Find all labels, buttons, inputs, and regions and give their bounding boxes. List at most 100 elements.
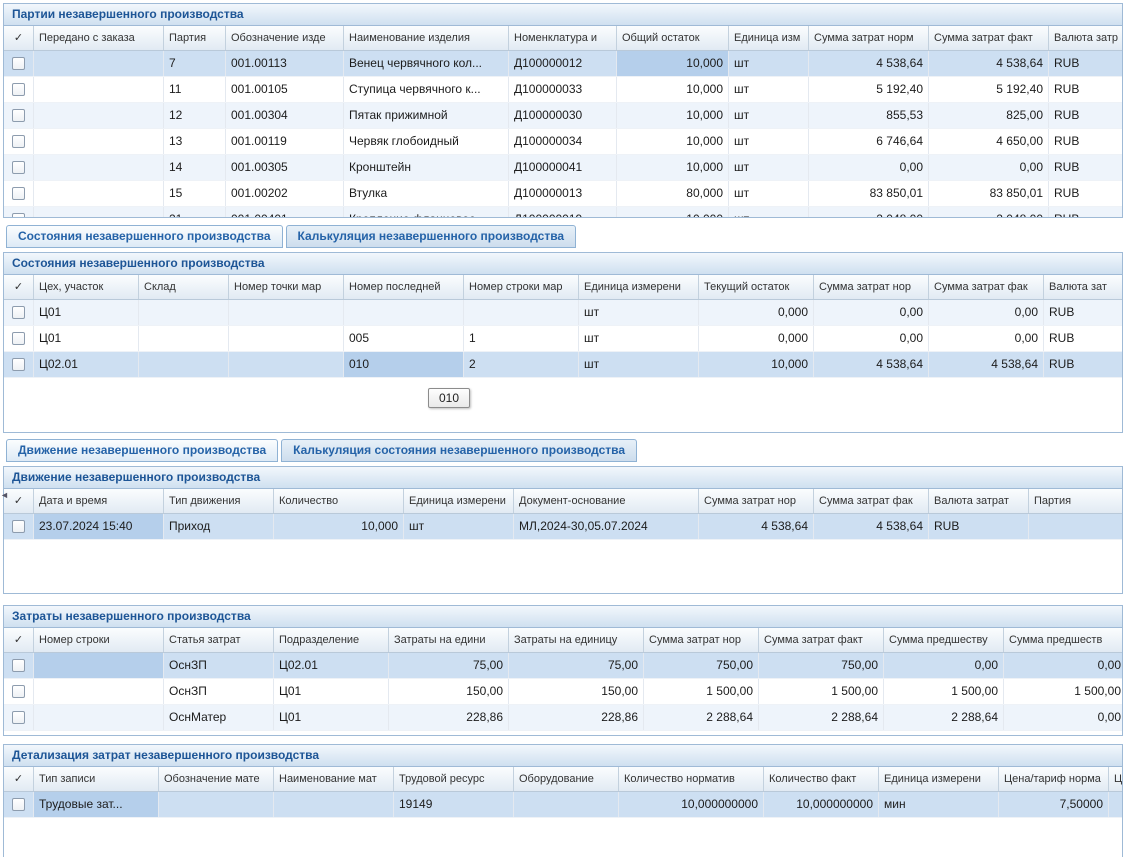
cell[interactable]: 4 538,64 [929, 352, 1044, 377]
cell[interactable] [344, 300, 464, 325]
cell[interactable]: 75,00 [389, 653, 509, 678]
column-header-5[interactable]: Единица измерени [579, 275, 699, 299]
cell[interactable]: 0,00 [884, 653, 1004, 678]
cell[interactable]: Д100000034 [509, 129, 617, 154]
column-header-0[interactable]: Номер строки [34, 628, 164, 652]
cell[interactable]: 10,000000000 [619, 792, 764, 817]
cell[interactable]: 2 288,64 [884, 705, 1004, 730]
cell[interactable]: RUB [1044, 300, 1123, 325]
cell[interactable]: 2 048,00 [809, 207, 929, 218]
cell[interactable]: 0,00 [809, 155, 929, 180]
row-checkbox[interactable] [12, 187, 25, 200]
cell[interactable]: 23.07.2024 15:40 [34, 514, 164, 539]
cell[interactable] [34, 705, 164, 730]
cell[interactable] [139, 326, 229, 351]
cell[interactable]: 4 650,00 [929, 129, 1049, 154]
cell[interactable]: 13 [164, 129, 226, 154]
cell[interactable]: 0,00 [929, 155, 1049, 180]
cell[interactable]: RUB [1049, 181, 1123, 206]
cell[interactable]: шт [729, 155, 809, 180]
cell[interactable]: 0,00 [929, 326, 1044, 351]
cell[interactable] [1029, 514, 1123, 539]
cell[interactable]: ОснЗП [164, 653, 274, 678]
cell[interactable] [34, 103, 164, 128]
cell[interactable]: мин [879, 792, 999, 817]
column-header-0[interactable]: Дата и время [34, 489, 164, 513]
cell[interactable]: RUB [929, 514, 1029, 539]
column-header-5[interactable]: Сумма затрат нор [644, 628, 759, 652]
cell[interactable] [139, 300, 229, 325]
cell[interactable] [464, 300, 579, 325]
select-all-header[interactable]: ✓ [4, 767, 34, 791]
table-row[interactable]: 23.07.2024 15:40Приход10,000штМЛ,2024-30… [4, 514, 1122, 540]
column-header-3[interactable]: Наименование изделия [344, 26, 509, 50]
cell[interactable]: Трудовые зат... [34, 792, 159, 817]
cell[interactable]: 6 746,64 [809, 129, 929, 154]
column-header-6[interactable]: Текущий остаток [699, 275, 814, 299]
cell[interactable]: 11 [164, 77, 226, 102]
cell[interactable] [34, 653, 164, 678]
cell[interactable] [274, 792, 394, 817]
cell[interactable]: 12 [164, 103, 226, 128]
cell[interactable]: 0,00 [814, 300, 929, 325]
cell[interactable] [34, 679, 164, 704]
cell[interactable]: ОснЗП [164, 679, 274, 704]
cell[interactable]: 825,00 [929, 103, 1049, 128]
column-header-7[interactable]: Сумма затрат норм [809, 26, 929, 50]
column-header-4[interactable]: Номенклатура и [509, 26, 617, 50]
column-header-1[interactable]: Склад [139, 275, 229, 299]
cell[interactable]: 4 538,64 [699, 514, 814, 539]
column-header-7[interactable]: Сумма затрат нор [814, 275, 929, 299]
cell[interactable]: 228,86 [509, 705, 644, 730]
cell[interactable] [229, 352, 344, 377]
cell[interactable]: 7,50000 [999, 792, 1109, 817]
cell[interactable] [34, 181, 164, 206]
cell[interactable]: 001.00113 [226, 51, 344, 76]
column-header-4[interactable]: Документ-основание [514, 489, 699, 513]
cell[interactable]: Червяк глобоидный [344, 129, 509, 154]
table-row[interactable]: 7001.00113Венец червячного кол...Д100000… [4, 51, 1122, 77]
cell[interactable]: Д100000041 [509, 155, 617, 180]
cell[interactable]: шт [729, 77, 809, 102]
column-header-2[interactable]: Номер точки мар [229, 275, 344, 299]
row-checkbox[interactable] [12, 659, 25, 672]
cell[interactable]: 750,00 [759, 653, 884, 678]
cell[interactable]: RUB [1049, 77, 1123, 102]
row-checkbox[interactable] [12, 798, 25, 811]
cell[interactable] [139, 352, 229, 377]
column-header-2[interactable]: Обозначение изде [226, 26, 344, 50]
cell[interactable]: RUB [1049, 155, 1123, 180]
column-header-3[interactable]: Номер последней [344, 275, 464, 299]
cell[interactable]: Пятак прижимной [344, 103, 509, 128]
cell[interactable]: 001.00304 [226, 103, 344, 128]
cell[interactable] [34, 129, 164, 154]
cell[interactable]: Кронштейн [344, 155, 509, 180]
column-header-1[interactable]: Статья затрат [164, 628, 274, 652]
column-header-1[interactable]: Партия [164, 26, 226, 50]
cell[interactable] [34, 51, 164, 76]
cell[interactable]: 010 [344, 352, 464, 377]
table-row[interactable]: 21001.00401Крепление фланцевоеД100000019… [4, 207, 1122, 218]
cell[interactable]: ОснМатер [164, 705, 274, 730]
cell[interactable]: 150,00 [389, 679, 509, 704]
cell[interactable]: 4 538,64 [814, 514, 929, 539]
column-header-6[interactable]: Сумма затрат факт [759, 628, 884, 652]
column-header-4[interactable]: Затраты на единицу [509, 628, 644, 652]
cell[interactable]: Втулка [344, 181, 509, 206]
cell[interactable]: Д100000033 [509, 77, 617, 102]
cell[interactable]: 10,000 [617, 51, 729, 76]
cell[interactable]: 005 [344, 326, 464, 351]
column-header-4[interactable]: Оборудование [514, 767, 619, 791]
tab-g2-1[interactable]: Калькуляция состояния незавершенного про… [281, 439, 637, 462]
column-header-4[interactable]: Номер строки мар [464, 275, 579, 299]
column-header-2[interactable]: Количество [274, 489, 404, 513]
cell[interactable]: 0,000 [699, 326, 814, 351]
cell[interactable]: Д100000019 [509, 207, 617, 218]
row-checkbox[interactable] [12, 685, 25, 698]
cell[interactable] [34, 77, 164, 102]
cell[interactable]: 10,000 [699, 352, 814, 377]
column-header-5[interactable]: Сумма затрат нор [699, 489, 814, 513]
table-row[interactable]: Трудовые зат...1914910,00000000010,00000… [4, 792, 1122, 818]
cell[interactable]: шт [729, 129, 809, 154]
cell[interactable]: 1 500,00 [644, 679, 759, 704]
